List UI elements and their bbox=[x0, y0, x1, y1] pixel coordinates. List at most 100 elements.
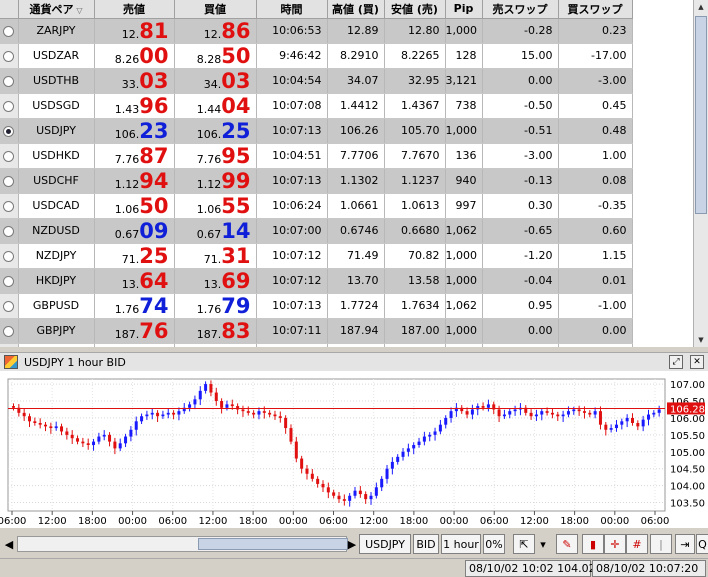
column-header-select[interactable] bbox=[0, 0, 19, 19]
row-select-cell[interactable] bbox=[0, 243, 19, 269]
sell-price-cell[interactable]: 13.64 bbox=[94, 268, 175, 294]
buy-price-cell[interactable]: 187.83 bbox=[174, 318, 257, 344]
close-icon[interactable]: ✕ bbox=[690, 355, 704, 369]
arrow-end-icon[interactable]: ⇥ bbox=[675, 534, 695, 554]
row-select-cell[interactable] bbox=[0, 343, 19, 347]
buy-price-cell[interactable]: 71.31 bbox=[174, 243, 257, 269]
column-header-high[interactable]: 高値 (買) bbox=[327, 0, 385, 19]
column-header-pair[interactable]: 通貨ペア ▽ bbox=[18, 0, 95, 19]
sell-price-cell[interactable]: 187.76 bbox=[94, 318, 175, 344]
row-radio-button[interactable] bbox=[3, 50, 15, 62]
row-radio-button[interactable] bbox=[3, 250, 15, 262]
line-icon[interactable]: | bbox=[650, 534, 672, 554]
chart-svg[interactable]: 107.00106.50106.00105.50105.00104.50104.… bbox=[0, 371, 708, 528]
table-row[interactable]: NZDUSD 0.6709 0.6714 10:07:00 0.6746 0.6680 1,… bbox=[0, 218, 633, 244]
grid-icon[interactable]: # bbox=[626, 534, 648, 554]
crosshair-icon[interactable]: ✛ bbox=[604, 534, 626, 554]
row-select-cell[interactable] bbox=[0, 268, 19, 294]
table-row[interactable]: GBPJPY 187.76 187.83 10:07:11 187.94 187.00 1,… bbox=[0, 318, 633, 344]
buy-price-cell[interactable]: 0.6714 bbox=[174, 218, 257, 244]
cursor-icon[interactable]: ⇱ bbox=[513, 534, 535, 554]
row-select-cell[interactable] bbox=[0, 118, 19, 144]
row-radio-button[interactable] bbox=[3, 200, 15, 212]
row-select-cell[interactable] bbox=[0, 168, 19, 194]
row-radio-button[interactable] bbox=[3, 100, 15, 112]
column-header-buy-swap[interactable]: 買スワップ bbox=[558, 0, 633, 19]
buy-price-cell[interactable]: 8.2850 bbox=[174, 43, 257, 69]
row-select-cell[interactable] bbox=[0, 18, 19, 44]
row-radio-button[interactable] bbox=[3, 175, 15, 187]
sell-price-cell[interactable]: 1.0650 bbox=[94, 193, 175, 219]
row-radio-button[interactable] bbox=[3, 300, 15, 312]
scroll-thumb[interactable] bbox=[695, 16, 707, 214]
row-select-cell[interactable] bbox=[0, 193, 19, 219]
percent-button[interactable]: 0% bbox=[483, 534, 505, 554]
sell-price-cell[interactable]: 106.23 bbox=[94, 118, 175, 144]
table-row[interactable]: USDCAD 1.0650 1.0655 10:06:24 1.0661 1.0613 99… bbox=[0, 193, 633, 219]
column-header-time[interactable]: 時間 bbox=[256, 0, 328, 19]
row-select-cell[interactable] bbox=[0, 218, 19, 244]
row-radio-button[interactable] bbox=[3, 150, 15, 162]
sell-price-cell[interactable]: 71.25 bbox=[94, 243, 175, 269]
table-row[interactable]: USDHKD 7.7687 7.7695 10:04:51 7.7706 7.7670 13… bbox=[0, 143, 633, 169]
row-radio-button[interactable] bbox=[3, 25, 15, 37]
column-header-sell-swap[interactable]: 売スワップ bbox=[482, 0, 559, 19]
column-header-sell[interactable]: 売値 bbox=[94, 0, 175, 19]
buy-price-cell[interactable]: 1.0655 bbox=[174, 193, 257, 219]
row-select-cell[interactable] bbox=[0, 93, 19, 119]
row-select-cell[interactable] bbox=[0, 43, 19, 69]
maximize-icon[interactable]: ⤢ bbox=[669, 355, 683, 369]
row-radio-button[interactable] bbox=[3, 225, 15, 237]
buy-price-cell[interactable]: 1.4404 bbox=[174, 93, 257, 119]
table-row[interactable]: USDTHB 33.03 34.03 10:04:54 34.07 32.95 3,121 0… bbox=[0, 68, 633, 94]
right-arrow-icon[interactable]: ▶ bbox=[346, 534, 358, 554]
scroll-down-arrow-icon[interactable]: ▼ bbox=[694, 333, 708, 347]
table-row[interactable]: HKDJPY 13.64 13.69 10:07:12 13.70 13.58 1,000-… bbox=[0, 268, 633, 294]
table-row[interactable]: USDSGD 1.4396 1.4404 10:07:08 1.4412 1.4367 73… bbox=[0, 93, 633, 119]
sell-price-cell[interactable]: 12.81 bbox=[94, 18, 175, 44]
buy-price-cell[interactable]: 106.25 bbox=[174, 118, 257, 144]
table-row[interactable]: GBPUSD 1.7674 1.7679 10:07:13 1.7724 1.7634 1,… bbox=[0, 293, 633, 319]
horizontal-scrollbar[interactable] bbox=[17, 536, 348, 552]
candle-tool-icon[interactable]: ✎ bbox=[556, 534, 578, 554]
left-arrow-icon[interactable]: ◀ bbox=[2, 534, 16, 554]
table-row[interactable]: USDJPY 106.23 106.25 10:07:13 106.26 105.70 1,… bbox=[0, 118, 633, 144]
symbol-select[interactable]: USDJPY bbox=[359, 534, 411, 554]
buy-price-cell[interactable]: 12.86 bbox=[174, 18, 257, 44]
candlestick-chart[interactable]: 107.00106.50106.00105.50105.00104.50104.… bbox=[0, 371, 708, 528]
sell-price-cell[interactable]: 1.7674 bbox=[94, 293, 175, 319]
sell-price-cell[interactable]: 33.03 bbox=[94, 68, 175, 94]
bar-chart-icon[interactable]: ▮ bbox=[582, 534, 604, 554]
row-radio-button[interactable] bbox=[3, 325, 15, 337]
dropdown-icon[interactable]: ▾ bbox=[535, 534, 551, 554]
buy-price-cell[interactable]: 13.69 bbox=[174, 268, 257, 294]
table-row[interactable]: USDCHF 1.1294 1.1299 10:07:13 1.1302 1.1237 94… bbox=[0, 168, 633, 194]
column-header-buy[interactable]: 買値 bbox=[174, 0, 257, 19]
sell-price-cell[interactable]: 1.1294 bbox=[94, 168, 175, 194]
table-row[interactable]: ZARJPY 12.81 12.86 10:06:53 12.89 12.80 1,000-… bbox=[0, 18, 633, 44]
row-radio-button[interactable] bbox=[3, 125, 15, 137]
column-header-pip[interactable]: Pip bbox=[445, 0, 483, 19]
sell-price-cell[interactable]: 1.9963 bbox=[94, 343, 175, 347]
row-select-cell[interactable] bbox=[0, 143, 19, 169]
sell-price-cell[interactable]: 8.2600 bbox=[94, 43, 175, 69]
h-scroll-thumb[interactable] bbox=[198, 538, 348, 550]
table-row[interactable]: GBPCHF1.99631.997210:06:471.99761.989894… bbox=[0, 343, 633, 347]
row-radio-button[interactable] bbox=[3, 75, 15, 87]
buy-price-cell[interactable]: 1.7679 bbox=[174, 293, 257, 319]
column-header-low[interactable]: 安値 (売) bbox=[384, 0, 446, 19]
buy-price-cell[interactable]: 1.1299 bbox=[174, 168, 257, 194]
row-select-cell[interactable] bbox=[0, 318, 19, 344]
interval-select[interactable]: 1 hour bbox=[441, 534, 481, 554]
sell-price-cell[interactable]: 1.4396 bbox=[94, 93, 175, 119]
vertical-scrollbar[interactable]: ▲ ▼ bbox=[693, 0, 708, 347]
sell-price-cell[interactable]: 0.6709 bbox=[94, 218, 175, 244]
buy-price-cell[interactable]: 7.7695 bbox=[174, 143, 257, 169]
row-radio-button[interactable] bbox=[3, 275, 15, 287]
row-select-cell[interactable] bbox=[0, 293, 19, 319]
cut-label[interactable]: Q bbox=[696, 534, 708, 554]
buy-price-cell[interactable]: 34.03 bbox=[174, 68, 257, 94]
row-select-cell[interactable] bbox=[0, 68, 19, 94]
table-row[interactable]: USDZAR 8.2600 8.2850 9:46:42 8.2910 8.2265 128… bbox=[0, 43, 633, 69]
side-select[interactable]: BID bbox=[413, 534, 439, 554]
